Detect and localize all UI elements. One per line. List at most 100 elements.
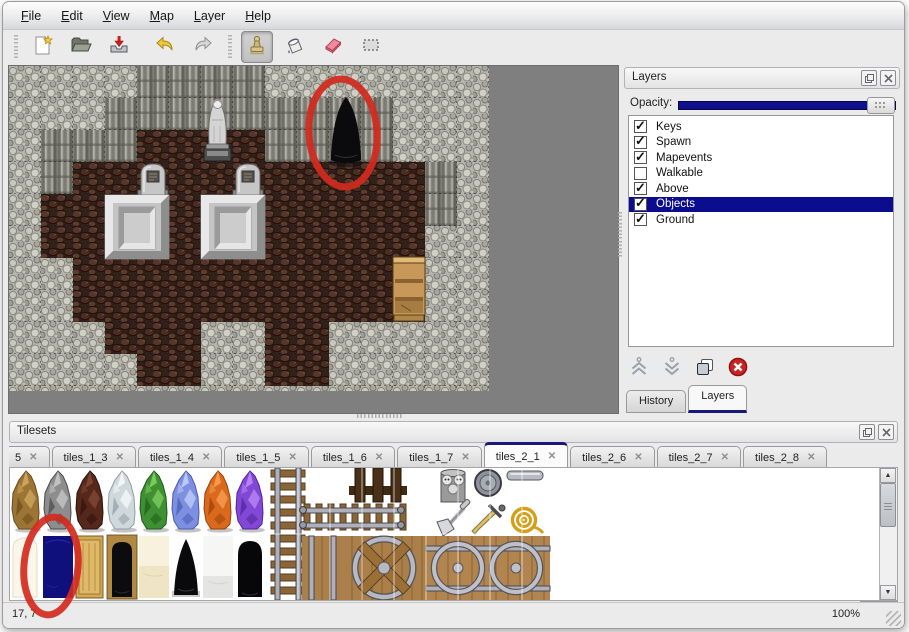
layer-row-walkable[interactable]: Walkable — [629, 166, 893, 182]
stamp-tool-button[interactable] — [241, 31, 273, 63]
toolbar-handle[interactable] — [228, 35, 232, 59]
tab-label: tiles_1_5 — [236, 452, 280, 464]
move-layer-up-icon — [628, 356, 650, 383]
tab-close-icon[interactable]: ✕ — [375, 452, 383, 463]
layer-row-mapevents[interactable]: Mapevents — [629, 150, 893, 166]
new-document-icon — [31, 33, 55, 62]
move-layer-up-button[interactable] — [628, 358, 650, 380]
tileset-tab-tiles_1_5[interactable]: tiles_1_5 ✕ — [224, 446, 308, 468]
tileset-tab-tiles_2_7[interactable]: tiles_2_7✕ — [657, 446, 741, 468]
tab-close-icon[interactable]: ✕ — [288, 452, 296, 463]
move-layer-down-button[interactable] — [661, 358, 683, 380]
float-panel-button[interactable] — [859, 424, 875, 440]
tombstone-object — [138, 164, 168, 195]
wooden-beams-tile — [349, 468, 407, 502]
tileset-body: ▲ ▼ — [9, 467, 898, 601]
eraser-tool-button[interactable] — [317, 31, 349, 63]
layer-visibility-checkbox[interactable] — [634, 151, 647, 164]
track-planks-tile — [302, 536, 342, 600]
horizontal-splitter[interactable] — [357, 414, 403, 418]
toolbar-handle[interactable] — [14, 35, 18, 59]
fill-tool-button[interactable] — [279, 31, 311, 63]
tab-close-icon[interactable]: ✕ — [116, 452, 124, 463]
layer-visibility-checkbox[interactable] — [634, 136, 647, 149]
layer-buttons — [628, 357, 749, 381]
tilesets-panel-title: Tilesets — [17, 425, 56, 437]
zoom-level: 100% — [832, 608, 860, 620]
menu-item-edit[interactable]: Edit — [51, 7, 93, 25]
tileset-scrollbar[interactable]: ▲ ▼ — [879, 468, 897, 600]
layer-visibility-checkbox[interactable] — [634, 213, 647, 226]
tileset-tab-tiles_1_7[interactable]: tiles_1_7✕ — [397, 446, 481, 468]
scroll-up-button[interactable]: ▲ — [880, 468, 896, 483]
float-panel-button[interactable] — [861, 70, 877, 86]
navy-door-tile — [43, 536, 73, 598]
tileset-tab-tiles_2_8[interactable]: tiles_2_8 ✕ — [743, 446, 827, 468]
dock-tab-layers[interactable]: Layers — [688, 385, 747, 413]
close-panel-button[interactable] — [878, 424, 894, 440]
scrollbar-thumb[interactable] — [880, 483, 896, 527]
layer-row-above[interactable]: Above — [629, 181, 893, 197]
tilesets-panel: Tilesets 5✕tiles_1_3✕tiles_1_4✕tiles_1_5… — [7, 419, 900, 602]
tab-close-icon[interactable]: ✕ — [29, 452, 37, 463]
dock-tab-history[interactable]: History — [626, 390, 686, 413]
pale-tile — [203, 536, 233, 598]
scroll-down-button[interactable]: ▼ — [880, 585, 896, 600]
tileset-tab-tiles_1_6[interactable]: tiles_1_6✕ — [311, 446, 395, 468]
tileset-tab-bar: 5✕tiles_1_3✕tiles_1_4✕tiles_1_5✕tiles_1_… — [9, 442, 860, 468]
tab-close-icon[interactable]: ✕ — [721, 452, 729, 463]
layer-row-ground[interactable]: Ground — [629, 212, 893, 228]
tab-close-icon[interactable]: ✕ — [634, 452, 642, 463]
tombstone-object — [233, 164, 263, 195]
tileset-tab-tiles_2_1[interactable]: tiles_2_1✕ — [484, 442, 568, 468]
tileset-tab-tiles_2_6[interactable]: tiles_2_6✕ — [570, 446, 654, 468]
layer-visibility-checkbox[interactable] — [634, 182, 647, 195]
tab-close-icon[interactable]: ✕ — [548, 451, 556, 462]
tab-label: tiles_2_8 — [755, 452, 799, 464]
tileset-tab-tiles_1_4[interactable]: tiles_1_4 ✕ — [138, 446, 222, 468]
round-shield-tile — [475, 470, 501, 496]
pillar-skulls-tile — [441, 470, 465, 503]
menu-bar: FileEditViewMapLayerHelp — [3, 2, 904, 30]
layers-panel: Layers Opacity: KeysSpawnMapeventsWalkab… — [622, 65, 902, 414]
save-icon — [107, 33, 131, 62]
duplicate-layer-button[interactable] — [694, 358, 716, 380]
dock-tabs: HistoryLayers — [626, 385, 749, 413]
close-panel-button[interactable] — [880, 70, 896, 86]
rail-loops-tile — [426, 536, 550, 600]
tileset-canvas[interactable] — [10, 468, 878, 600]
delete-layer-button[interactable] — [727, 358, 749, 380]
new-map-button[interactable] — [27, 31, 59, 63]
select-tool-button[interactable] — [355, 31, 387, 63]
window-resize-grip[interactable] — [886, 611, 901, 626]
layers-panel-title: Layers — [632, 71, 667, 83]
layer-row-objects[interactable]: Objects — [629, 197, 893, 213]
opacity-label: Opacity: — [630, 97, 672, 109]
open-button[interactable] — [65, 31, 97, 63]
redo-button[interactable] — [187, 31, 219, 63]
map-viewport[interactable] — [8, 65, 619, 414]
opacity-slider-handle[interactable] — [867, 97, 895, 114]
save-button[interactable] — [103, 31, 135, 63]
menu-item-help[interactable]: Help — [235, 7, 281, 25]
tab-close-icon[interactable]: ✕ — [461, 452, 469, 463]
map-canvas[interactable] — [9, 66, 489, 391]
menu-item-file[interactable]: File — [11, 7, 51, 25]
tileset-tab-5[interactable]: 5✕ — [9, 446, 50, 468]
menu-item-map[interactable]: Map — [140, 7, 184, 25]
eraser-icon — [321, 33, 345, 62]
tab-label: tiles_1_4 — [150, 452, 194, 464]
layer-visibility-checkbox[interactable] — [634, 120, 647, 133]
tab-close-icon[interactable]: ✕ — [202, 452, 210, 463]
undo-button[interactable] — [149, 31, 181, 63]
layer-row-keys[interactable]: Keys — [629, 119, 893, 135]
tab-close-icon[interactable]: ✕ — [807, 452, 815, 463]
menu-item-layer[interactable]: Layer — [184, 7, 235, 25]
layer-visibility-checkbox[interactable] — [634, 198, 647, 211]
layer-row-spawn[interactable]: Spawn — [629, 135, 893, 151]
layer-visibility-checkbox[interactable] — [634, 167, 647, 180]
layer-list: KeysSpawnMapeventsWalkableAboveObjectsGr… — [628, 115, 894, 347]
tileset-tab-tiles_1_3[interactable]: tiles_1_3✕ — [52, 446, 136, 468]
opacity-slider-track[interactable] — [678, 101, 896, 110]
menu-item-view[interactable]: View — [93, 7, 140, 25]
